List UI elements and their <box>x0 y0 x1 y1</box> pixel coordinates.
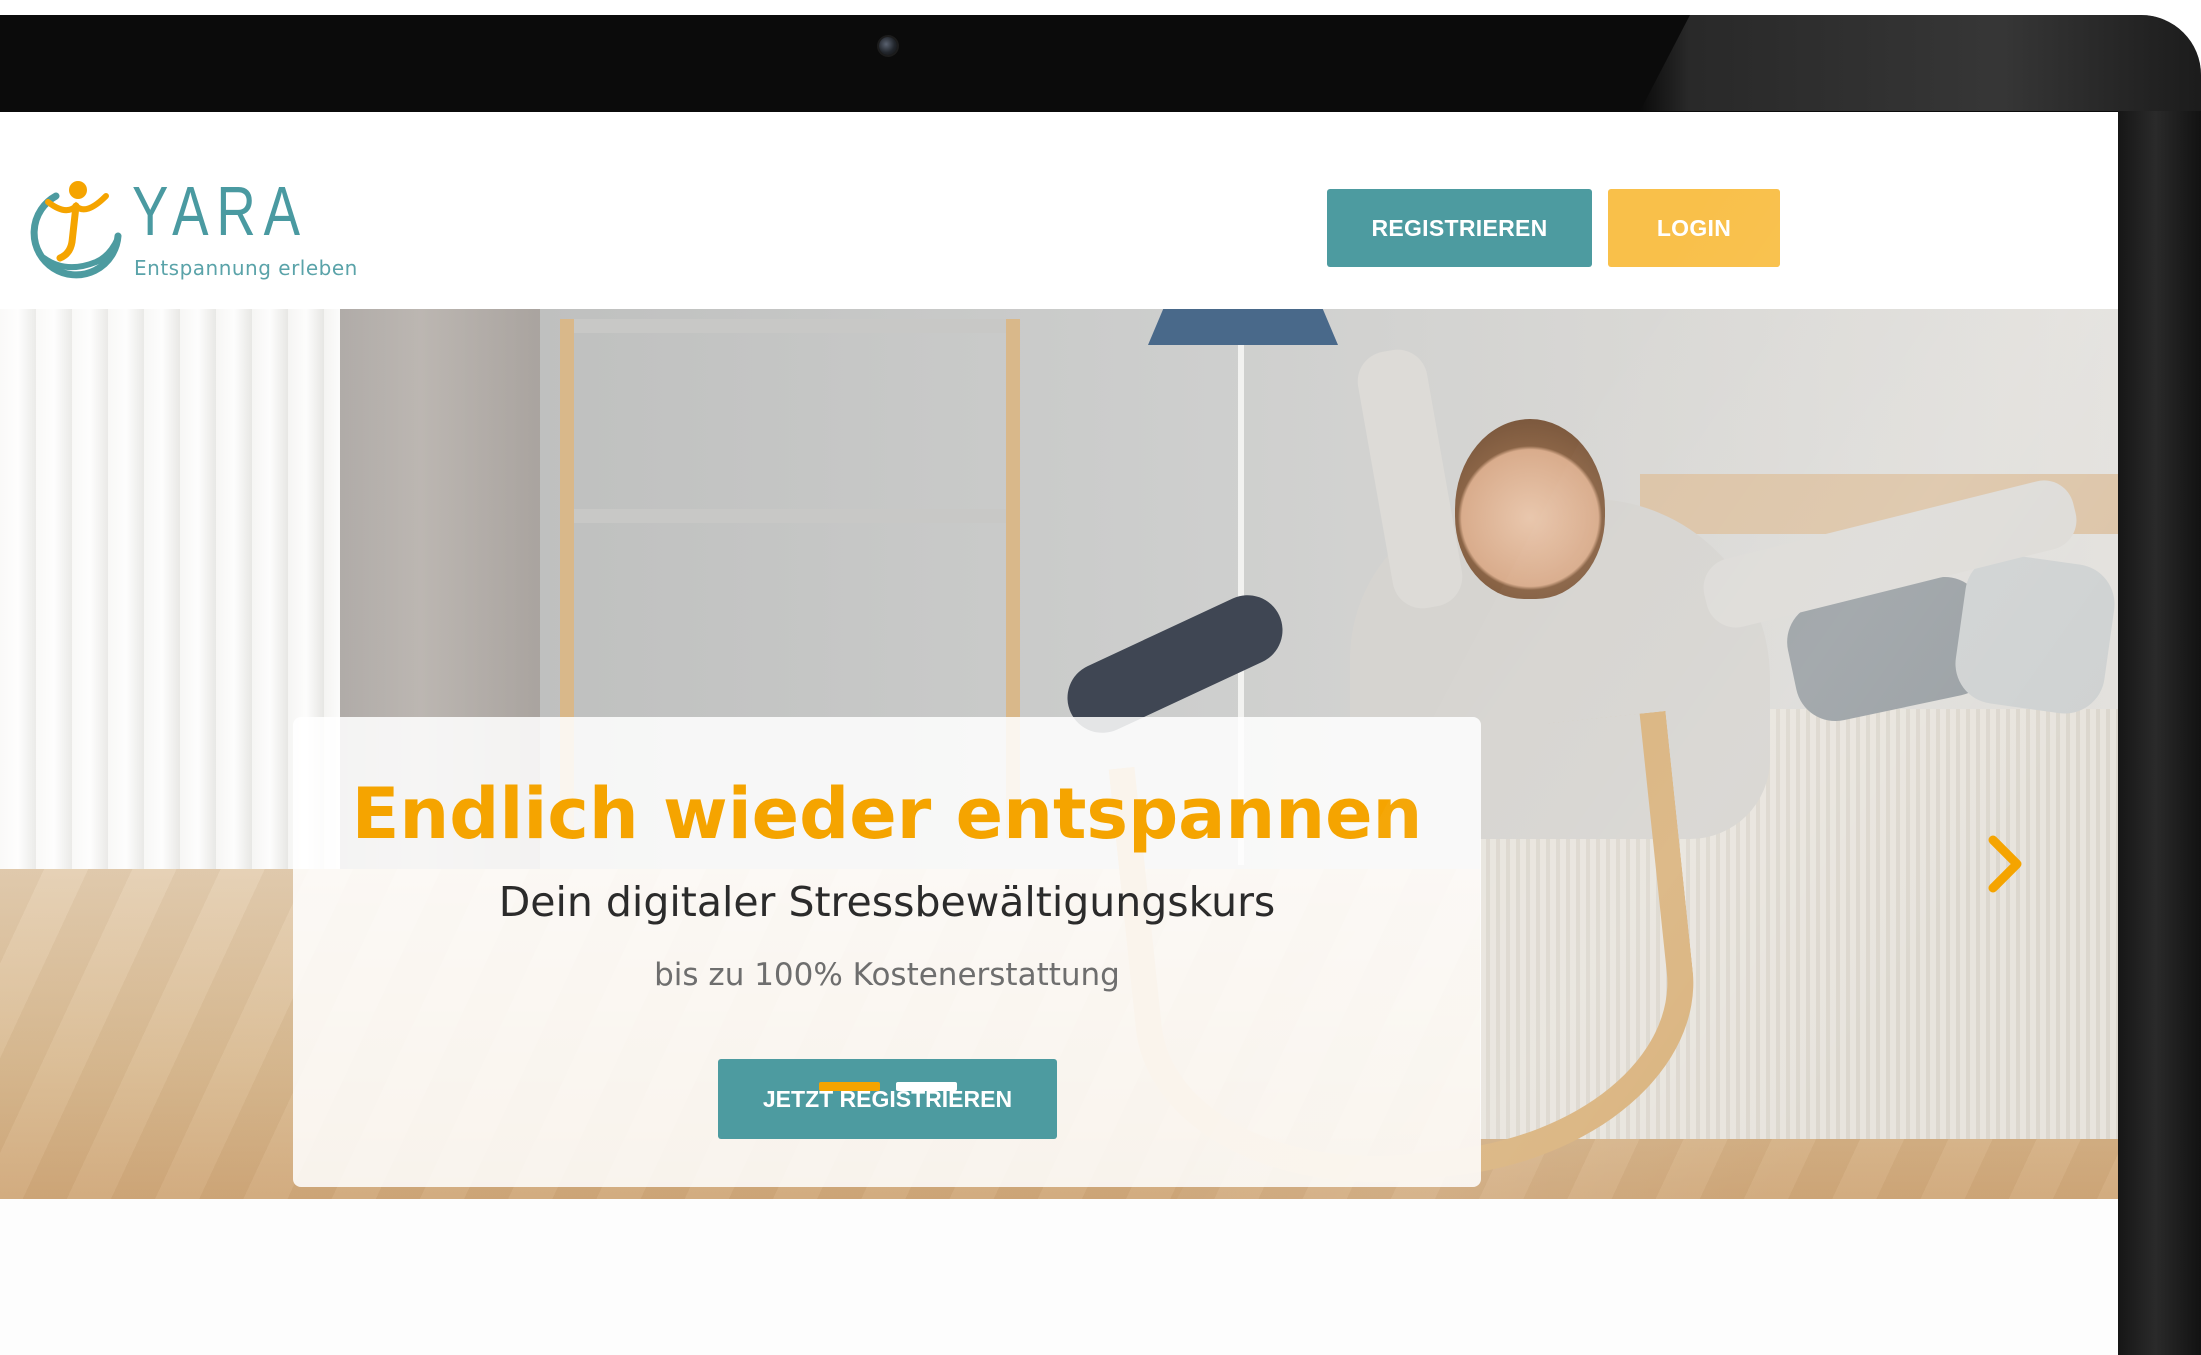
screen: YARA Entspannung erleben REGISTRIEREN LO… <box>0 112 2118 1355</box>
hero-carousel: Endlich wieder entspannen Dein digitaler… <box>0 309 2118 1199</box>
hero-image-person <box>1455 419 1605 599</box>
camera-icon <box>879 37 897 55</box>
hero-title: Endlich wieder entspannen <box>351 773 1423 855</box>
carousel-indicators <box>819 1082 957 1091</box>
hero-refund-note: bis zu 100% Kostenerstattung <box>654 957 1120 993</box>
hero-subtitle: Dein digitaler Stressbewältigungskurs <box>498 878 1276 926</box>
carousel-indicator-2[interactable] <box>896 1082 957 1091</box>
logo-tagline: Entspannung erleben <box>134 256 358 280</box>
site-header: YARA Entspannung erleben REGISTRIEREN LO… <box>0 112 2118 309</box>
hero-image-pillow <box>1950 549 2118 719</box>
chevron-right-icon[interactable] <box>1985 834 2025 894</box>
register-button[interactable]: REGISTRIEREN <box>1327 189 1592 267</box>
frame-reflection <box>1640 15 2201 111</box>
logo-wordmark: YARA <box>132 172 308 250</box>
register-now-button[interactable]: JETZT REGISTRIEREN <box>718 1059 1057 1139</box>
device-bezel <box>2118 111 2201 1355</box>
yara-logo-icon <box>30 181 122 279</box>
carousel-indicator-1[interactable] <box>819 1082 880 1091</box>
hero-text-card: Endlich wieder entspannen Dein digitaler… <box>293 717 1481 1187</box>
login-button[interactable]: LOGIN <box>1608 189 1780 267</box>
hero-image-lamp <box>1148 309 1338 345</box>
logo[interactable]: YARA Entspannung erleben <box>26 172 358 286</box>
